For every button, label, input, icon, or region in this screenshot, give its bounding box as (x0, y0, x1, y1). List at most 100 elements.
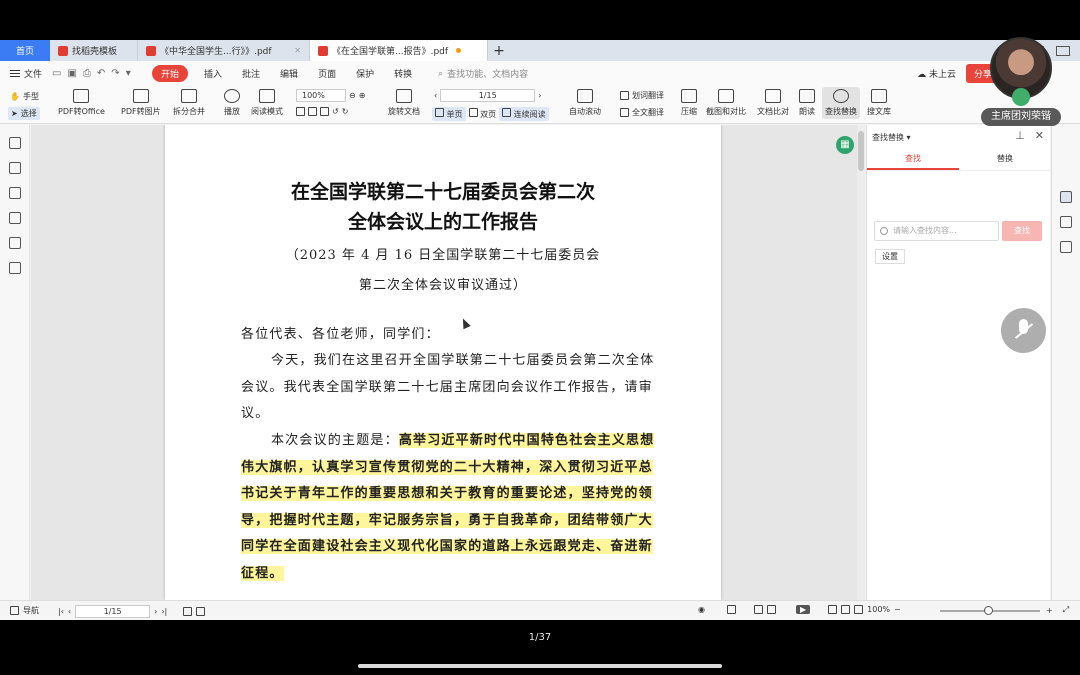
panel-title[interactable]: 查找替换 ▾ (872, 132, 911, 143)
search-library-button[interactable]: 搜文库 (867, 89, 891, 117)
scroll-mode-icon[interactable] (726, 605, 736, 614)
split-merge-button[interactable]: 拆分合并 (173, 89, 205, 117)
settings-button[interactable]: 设置 (875, 249, 905, 264)
find-button[interactable]: 查找 (1002, 221, 1042, 241)
close-icon[interactable]: ✕ (294, 46, 301, 55)
cloud-status[interactable]: ☁ 未上云 (917, 67, 956, 80)
screenshot-compare-button[interactable]: 截图和对比 (706, 89, 746, 117)
tab-doc-1[interactable]: 《中华全国学生...行》》.pdf ✕ (138, 40, 310, 61)
grid-icon[interactable] (1056, 45, 1070, 56)
file-menu[interactable]: 文件 (0, 67, 52, 80)
auto-scroll-button[interactable]: 自动滚动 (569, 89, 601, 117)
prev-page-icon[interactable]: ‹ (68, 607, 71, 616)
adjust-icon[interactable] (1060, 216, 1072, 228)
page-input[interactable]: 1/15 (440, 89, 536, 102)
pdf-to-image-button[interactable]: PDF转图片 (121, 89, 161, 117)
menu-edit[interactable]: 编辑 (270, 67, 308, 80)
tab-find[interactable]: 查找 (867, 153, 959, 170)
search-panel-icon[interactable] (1060, 191, 1072, 203)
comment-icon[interactable] (9, 187, 21, 199)
compress-button[interactable]: 压缩 (681, 89, 697, 117)
fit-page-icon[interactable] (828, 605, 838, 614)
actual-size-icon[interactable] (320, 107, 329, 116)
prev-page-icon[interactable]: ‹ (434, 91, 437, 100)
double-page-button[interactable]: 双页 (468, 108, 496, 120)
next-page-icon[interactable]: › (154, 607, 157, 616)
single-page-button[interactable]: 单页 (432, 107, 466, 121)
word-translate-button[interactable]: 划词翻译 (620, 90, 664, 101)
double-page-icon[interactable] (766, 605, 776, 614)
nav-toggle[interactable]: 导航 (10, 605, 39, 616)
eye-icon[interactable]: ◉ (698, 605, 705, 614)
next-page-icon[interactable]: › (538, 91, 541, 100)
menu-insert[interactable]: 插入 (194, 67, 232, 80)
actual-size-icon[interactable] (854, 605, 864, 614)
close-icon[interactable]: ✕ (1035, 129, 1044, 142)
fit-width-icon[interactable] (841, 605, 851, 614)
tab-home[interactable]: 首页 (0, 40, 50, 61)
full-translate-button[interactable]: 全文翻译 (620, 107, 664, 118)
play-button[interactable]: 播放 (224, 89, 240, 117)
dropdown-icon[interactable]: ▾ (126, 68, 131, 79)
read-mode-button[interactable]: 阅读模式 (251, 89, 283, 117)
menu-annotate[interactable]: 批注 (232, 67, 270, 80)
menu-protect[interactable]: 保护 (346, 67, 384, 80)
mute-mic-button[interactable] (1001, 308, 1046, 353)
zoom-slider-handle[interactable] (984, 606, 993, 615)
read-aloud-button[interactable]: 朗读 (799, 89, 815, 117)
menu-start[interactable]: 开始 (152, 65, 189, 82)
fit-page-icon[interactable] (296, 107, 305, 116)
find-replace-button[interactable]: 查找替换 (822, 87, 860, 119)
fullscreen-icon[interactable]: ⤢ (1063, 605, 1069, 615)
book-icon[interactable] (1060, 241, 1072, 253)
fit-width-icon[interactable] (308, 107, 317, 116)
layers-icon[interactable] (9, 262, 21, 274)
signature-icon[interactable] (9, 237, 21, 249)
highlighted-text[interactable]: 高举习近平新时代中国特色社会主义思想伟大旗帜，认真学习宣传贯彻党的二十大精神，深… (241, 433, 655, 581)
back-icon[interactable] (183, 607, 193, 616)
rotate-doc-button[interactable]: 旋转文档 (388, 89, 420, 117)
zoom-in-icon[interactable]: ⊕ (359, 91, 366, 100)
forward-icon[interactable] (196, 607, 206, 616)
save-icon[interactable]: ▣ (67, 68, 76, 79)
scrollbar-thumb[interactable] (858, 131, 864, 171)
tab-doc-2-active[interactable]: 《在全国学联第...报告》.pdf (310, 40, 488, 61)
hand-tool[interactable]: ✋ 手型 (10, 91, 39, 102)
feature-search[interactable]: ⌕ 查找功能、文档内容 (438, 67, 528, 81)
zoom-out-icon[interactable]: − (894, 605, 901, 614)
undo-icon[interactable]: ↶ (97, 68, 105, 79)
vertical-scrollbar[interactable] (857, 125, 865, 600)
document-viewport[interactable]: 在全国学联第二十七届委员会第二次 全体会议上的工作报告 （2023 年 4 月 … (31, 125, 865, 600)
select-tool[interactable]: ➤ 选择 (8, 107, 40, 120)
status-zoom-value[interactable]: 100% (867, 605, 890, 614)
first-page-icon[interactable]: |‹ (58, 607, 64, 616)
tab-replace[interactable]: 替换 (959, 153, 1051, 170)
attachment-icon[interactable] (9, 212, 21, 224)
print-icon[interactable]: ⎙ (83, 68, 91, 79)
last-page-icon[interactable]: ›| (161, 607, 167, 616)
rotate-right-icon[interactable]: ↻ (342, 107, 349, 116)
bookmark-icon[interactable] (9, 137, 21, 149)
page-nav: ‹ 1/15 › (434, 89, 541, 102)
home-indicator[interactable] (358, 664, 722, 668)
pdf-to-office-button[interactable]: PDF转Office (58, 89, 105, 117)
continuous-read-button[interactable]: 连续阅读 (499, 107, 549, 121)
pin-icon[interactable]: ⊥ (1015, 129, 1025, 142)
status-page-input[interactable]: 1/15 (75, 605, 151, 618)
open-icon[interactable]: ▭ (52, 68, 61, 79)
single-page-icon[interactable] (753, 605, 763, 614)
redo-icon[interactable]: ↷ (111, 68, 119, 79)
find-input[interactable]: 请输入查找内容... (874, 221, 999, 241)
doc-compare-button[interactable]: 文档比对 (757, 89, 789, 117)
play-icon[interactable]: ▶ (795, 605, 811, 614)
zoom-select[interactable]: 100% (296, 89, 346, 102)
zoom-in-button[interactable]: + ⤢ (1046, 605, 1069, 615)
table-tool-icon[interactable]: ▦ (836, 136, 854, 154)
thumbnail-icon[interactable] (9, 162, 21, 174)
tab-templates[interactable]: 找稻壳模板 (50, 40, 138, 61)
menu-convert[interactable]: 转换 (384, 67, 422, 80)
new-tab-button[interactable]: + (488, 40, 510, 61)
rotate-left-icon[interactable]: ↺ (332, 107, 339, 116)
zoom-out-icon[interactable]: ⊖ (349, 91, 356, 100)
menu-page[interactable]: 页面 (308, 67, 346, 80)
